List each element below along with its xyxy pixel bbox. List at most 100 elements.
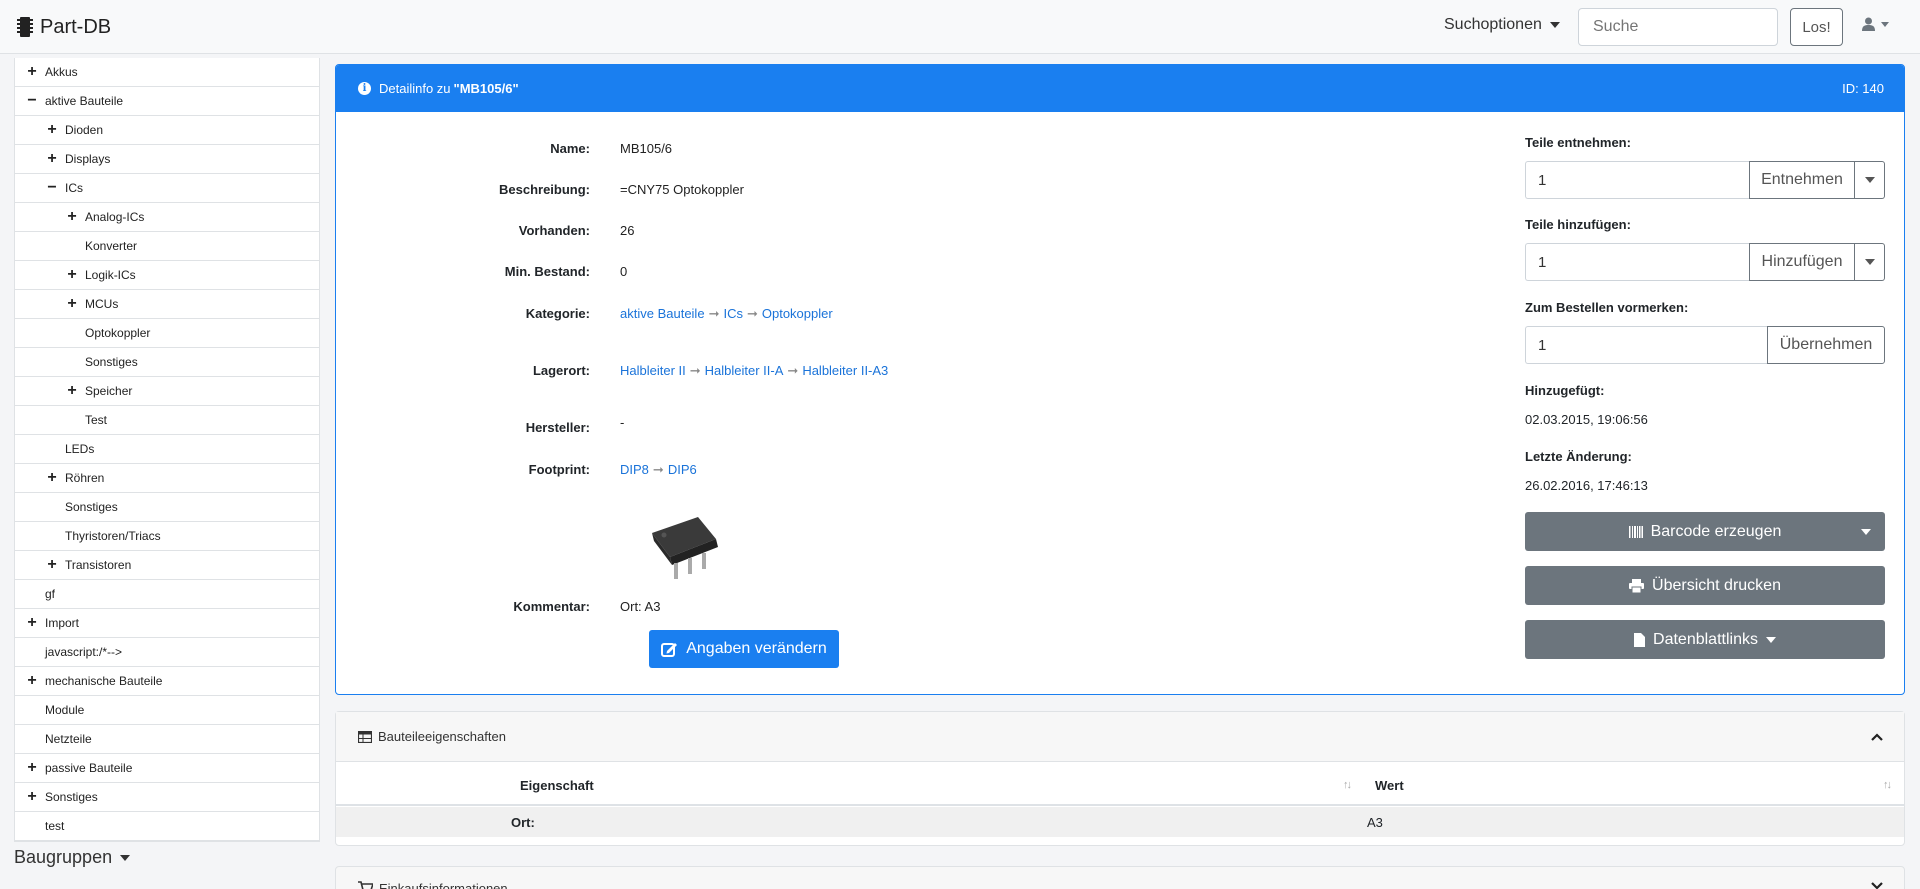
expand-icon[interactable]: + — [45, 122, 59, 138]
arrow-right-icon: ➞ — [652, 462, 664, 477]
expand-icon[interactable]: + — [65, 383, 79, 399]
field-value: =CNY75 Optokoppler — [620, 182, 744, 197]
tree-item[interactable]: Konverter — [15, 232, 319, 261]
tree-item[interactable]: + Transistoren — [15, 551, 319, 580]
tree-item[interactable]: gf — [15, 580, 319, 609]
caret-down-icon — [1861, 529, 1871, 535]
tree-item[interactable]: − ICs — [15, 174, 319, 203]
column-header-value[interactable]: Wert — [1375, 766, 1404, 804]
caret-down-icon — [1864, 177, 1875, 183]
tree-item[interactable]: + mechanische Bauteile — [15, 667, 319, 696]
withdraw-amount-input[interactable]: 1 — [1525, 161, 1749, 199]
expand-icon[interactable]: + — [25, 673, 39, 689]
tree-item[interactable]: − aktive Bauteile — [15, 87, 319, 116]
category-link[interactable]: aktive Bauteile — [620, 306, 705, 321]
expand-icon[interactable]: + — [45, 557, 59, 573]
field-label: Kommentar: — [513, 599, 590, 614]
tree-item[interactable]: Thyristoren/Triacs — [15, 522, 319, 551]
sort-icon[interactable]: ↑↓ — [1883, 779, 1892, 791]
brand[interactable]: Part-DB — [16, 14, 111, 40]
expand-icon[interactable]: + — [65, 296, 79, 312]
field-label: Beschreibung: — [498, 182, 590, 197]
storelocation-link[interactable]: Halbleiter II-A — [705, 363, 784, 378]
search-submit-button[interactable]: Los! — [1790, 8, 1843, 46]
column-header-property[interactable]: Eigenschaft — [520, 766, 594, 804]
tree-item[interactable]: + Import — [15, 609, 319, 638]
expand-icon[interactable]: + — [65, 209, 79, 225]
added-timestamp: 02.03.2015, 19:06:56 — [1525, 412, 1648, 427]
footprint-link[interactable]: DIP8 — [620, 462, 649, 477]
expand-icon[interactable]: + — [25, 760, 39, 776]
tree-item[interactable]: + Sonstiges — [15, 783, 319, 812]
caret-down-icon — [1549, 22, 1560, 28]
category-tree: + Akkus − aktive Bauteile + Dioden + Displays − I… — [14, 58, 320, 842]
tree-item[interactable]: + Displays — [15, 145, 319, 174]
withdraw-dropdown-toggle[interactable] — [1855, 161, 1885, 199]
footprint-link[interactable]: DIP6 — [668, 462, 697, 477]
purchase-info-header[interactable]: Einkaufsinformationen — [336, 867, 1904, 889]
search-input[interactable] — [1578, 8, 1778, 46]
expand-icon[interactable]: + — [65, 267, 79, 283]
expand-icon[interactable]: + — [45, 151, 59, 167]
search-options-dropdown[interactable]: Suchoptionen — [1444, 16, 1560, 34]
tree-item[interactable]: + passive Bauteile — [15, 754, 319, 783]
add-button[interactable]: Hinzufügen — [1749, 243, 1855, 281]
barcode-button[interactable]: Barcode erzeugen — [1525, 512, 1885, 551]
tree-item[interactable]: test — [15, 812, 319, 841]
sort-icon[interactable]: ↑↓ — [1343, 779, 1352, 791]
tree-item[interactable]: Test — [15, 406, 319, 435]
field-value: 26 — [620, 223, 635, 238]
tree-item-label: gf — [45, 587, 56, 601]
withdraw-button[interactable]: Entnehmen — [1749, 161, 1855, 199]
expand-icon[interactable]: + — [25, 615, 39, 631]
properties-card-header[interactable]: Bauteileeigenschaften — [336, 712, 1904, 762]
datasheet-links-label: Datenblattlinks — [1653, 630, 1758, 648]
tree-item[interactable]: Module — [15, 696, 319, 725]
tree-item[interactable]: + Speicher — [15, 377, 319, 406]
tree-item[interactable]: + Akkus — [15, 58, 319, 87]
storelocation-link[interactable]: Halbleiter II-A3 — [802, 363, 888, 378]
order-amount-input[interactable]: 1 — [1525, 326, 1767, 364]
order-button[interactable]: Übernehmen — [1767, 326, 1885, 364]
chevron-up-icon[interactable] — [1870, 732, 1884, 742]
tree-item[interactable]: + MCUs — [15, 290, 319, 319]
edit-part-button[interactable]: Angaben verändern — [649, 630, 839, 668]
category-link[interactable]: ICs — [723, 306, 743, 321]
category-link[interactable]: Optokoppler — [762, 306, 833, 321]
tree-item[interactable]: Sonstiges — [15, 493, 319, 522]
tree-item[interactable]: + Logik-ICs — [15, 261, 319, 290]
tree-item[interactable]: + Röhren — [15, 464, 319, 493]
print-overview-button[interactable]: Übersicht drucken — [1525, 566, 1885, 605]
field-label: Name: — [550, 141, 590, 156]
tree-item[interactable]: + Analog-ICs — [15, 203, 319, 232]
tree-item-label: Transistoren — [65, 558, 132, 572]
add-dropdown-toggle[interactable] — [1855, 243, 1885, 281]
field-label: Hersteller: — [525, 420, 590, 435]
expand-icon[interactable]: + — [25, 789, 39, 805]
storelocation-link[interactable]: Halbleiter II — [620, 363, 686, 378]
tree-item[interactable]: Netzteile — [15, 725, 319, 754]
user-menu[interactable] — [1862, 17, 1889, 31]
tree-item[interactable]: javascript:/*--> — [15, 638, 319, 667]
modified-label: Letzte Änderung: — [1525, 449, 1632, 464]
tree-item-label: javascript:/*--> — [45, 645, 123, 659]
add-amount-input[interactable]: 1 — [1525, 243, 1749, 281]
tree-item[interactable]: + Dioden — [15, 116, 319, 145]
tree-item[interactable]: Sonstiges — [15, 348, 319, 377]
tree-item-label: passive Bauteile — [45, 761, 133, 775]
tree-item-label: Netzteile — [45, 732, 92, 746]
datasheet-links-button[interactable]: Datenblattlinks — [1525, 620, 1885, 659]
part-id: ID: 140 — [1842, 81, 1884, 96]
detail-header-prefix: Detailinfo zu — [379, 81, 451, 96]
collapse-icon[interactable]: − — [25, 93, 39, 109]
footprint-image[interactable] — [646, 505, 730, 581]
tree-item[interactable]: Optokoppler — [15, 319, 319, 348]
tree-item[interactable]: LEDs — [15, 435, 319, 464]
collapse-icon[interactable]: − — [45, 180, 59, 196]
field-label: Lagerort: — [532, 363, 590, 378]
expand-icon[interactable]: + — [25, 64, 39, 80]
tree-item-label: Thyristoren/Triacs — [65, 529, 161, 543]
expand-icon[interactable]: + — [45, 470, 59, 486]
chevron-down-icon[interactable] — [1870, 881, 1884, 889]
assemblies-heading[interactable]: Baugruppen — [14, 847, 131, 868]
